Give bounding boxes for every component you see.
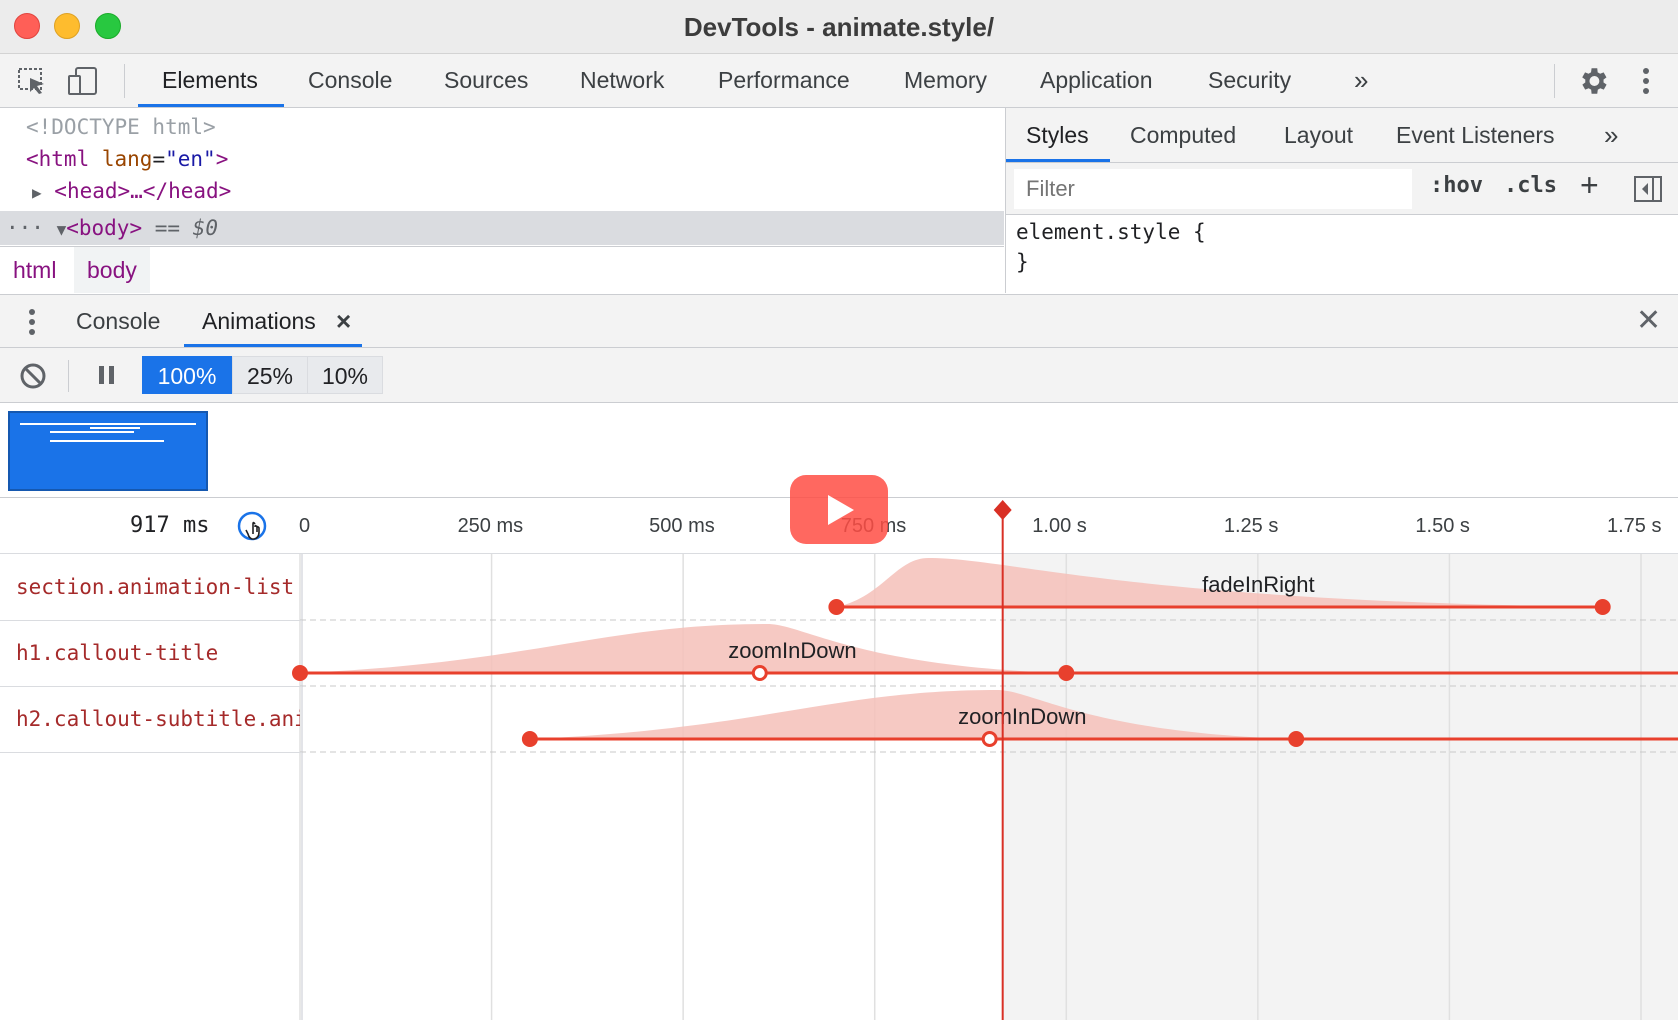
animation-end-keyframe xyxy=(1288,731,1305,747)
animation-target-name[interactable]: h2.callout-subtitle.animated xyxy=(16,686,300,752)
animation-name-label: zoomInDown xyxy=(728,638,856,663)
playhead-handle xyxy=(993,500,1012,520)
video-play-icon[interactable] xyxy=(790,475,888,544)
animation-keyframe xyxy=(751,665,768,681)
animation-start-keyframe xyxy=(521,731,538,747)
animation-target-name[interactable]: section.animation-list xyxy=(16,554,300,620)
animation-end-keyframe xyxy=(1058,665,1075,681)
timeline-elapsed-shade xyxy=(1002,554,1678,1020)
animation-name-label: fadeInRight xyxy=(1202,572,1315,597)
animation-end-keyframe xyxy=(1594,599,1611,615)
row-name-separator xyxy=(0,752,302,753)
animation-curve xyxy=(300,624,1067,673)
animation-start-keyframe xyxy=(828,599,845,615)
animation-target-name[interactable]: h1.callout-title xyxy=(16,620,300,686)
animation-name-label: zoomInDown xyxy=(958,704,1086,729)
animation-keyframe xyxy=(981,731,998,747)
